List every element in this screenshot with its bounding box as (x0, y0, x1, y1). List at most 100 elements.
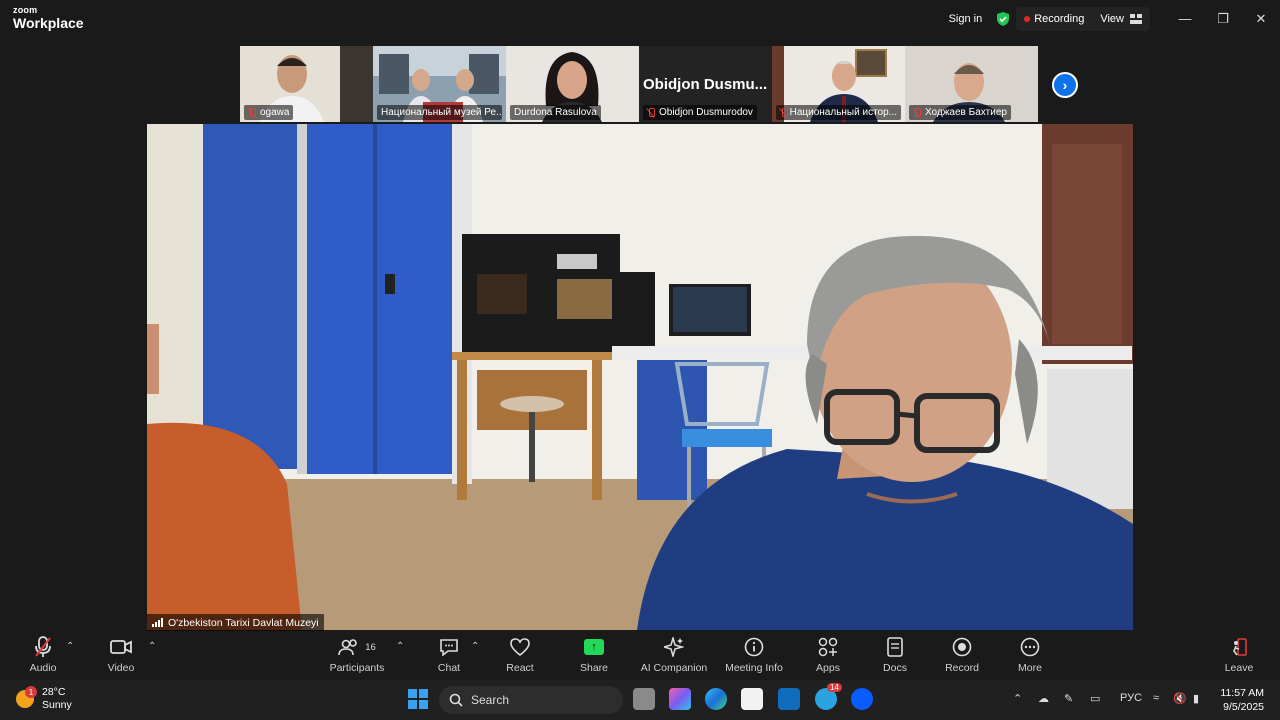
grid-view-icon (1130, 13, 1142, 24)
leave-label: Leave (1224, 662, 1254, 674)
temperature: 28°C (42, 686, 66, 698)
participant-name-label: Национальный музей Ре... (377, 105, 502, 120)
record-icon (952, 637, 972, 657)
search-icon (449, 693, 463, 707)
encryption-shield-icon[interactable] (996, 11, 1010, 26)
tray-overflow-chevron-icon[interactable]: ⌃ (1013, 692, 1022, 705)
view-button[interactable]: View (1092, 7, 1150, 31)
recording-label: Recording (1034, 12, 1085, 25)
participant-tile[interactable]: Национальный музей Ре... (373, 46, 506, 122)
recording-indicator[interactable]: Recording (1016, 7, 1092, 31)
copilot-icon[interactable] (669, 688, 691, 710)
participant-initial-name: Obidjon Dusmu... (643, 76, 768, 93)
muted-mic-icon (248, 107, 256, 118)
system-clock[interactable]: 11:57 AM 9/5/2025 (1220, 686, 1264, 714)
participant-tile[interactable]: ogawa (240, 46, 373, 122)
keyboard-language[interactable]: РУС (1120, 692, 1142, 704)
share-button[interactable]: ↑ Share (559, 635, 629, 674)
onedrive-icon[interactable]: ☁ (1038, 692, 1049, 705)
share-label: Share (579, 662, 609, 674)
task-view-icon[interactable] (633, 688, 655, 710)
participant-name-label: Национальный истор... (776, 105, 901, 120)
react-label: React (506, 662, 534, 674)
participant-tile[interactable]: Obidjon Dusmu... Obidjon Dusmurodov (639, 46, 772, 122)
participant-name-label: Obidjon Dusmurodov (643, 105, 757, 120)
docs-button[interactable]: Docs (860, 635, 930, 674)
participant-name-label: Ходжаев Бахтиер (909, 105, 1011, 120)
heart-icon (510, 638, 530, 657)
telegram-icon[interactable]: 14 (815, 683, 842, 710)
participants-count: 16 (365, 641, 376, 653)
participants-button[interactable]: 16 Participants (322, 635, 392, 674)
more-label: More (1018, 662, 1042, 674)
windows-start-icon[interactable] (408, 689, 428, 709)
more-button[interactable]: More (995, 635, 1065, 674)
restore-icon[interactable]: ❐ (1204, 0, 1242, 37)
participant-strip: ogawa Национальный музей Ре... Durdona R… (240, 46, 1038, 122)
speaker-name-label: O'zbekiston Tarixi Davlat Muzeyi (147, 614, 324, 631)
video-button[interactable]: Video (86, 635, 156, 674)
react-button[interactable]: React (485, 635, 555, 674)
apps-icon (818, 637, 838, 657)
sign-in-button[interactable]: Sign in (941, 7, 991, 31)
wifi-icon[interactable]: ≈ (1153, 692, 1159, 704)
taskbar-search[interactable]: Search (439, 686, 623, 714)
record-button[interactable]: Record (927, 635, 997, 674)
info-icon (744, 637, 764, 657)
next-page-button[interactable]: › (1052, 72, 1078, 98)
speaker-name: O'zbekiston Tarixi Davlat Muzeyi (168, 616, 319, 629)
minimize-icon[interactable]: — (1166, 0, 1204, 37)
clock-date: 9/5/2025 (1223, 701, 1264, 713)
camera-icon (110, 640, 132, 654)
participant-name-label: Durdona Rasulova (510, 105, 601, 120)
participant-name: ogawa (260, 107, 290, 118)
close-icon[interactable]: ✕ (1242, 0, 1280, 37)
apps-button[interactable]: Apps (793, 635, 863, 674)
participants-icon (338, 639, 358, 656)
logo-big-text: Workplace (13, 15, 84, 31)
video-label: Video (107, 662, 135, 674)
participants-label: Participants (329, 662, 385, 674)
participant-name-label: ogawa (244, 105, 294, 120)
display-icon[interactable]: ▭ (1090, 692, 1100, 705)
search-label: Search (471, 693, 510, 707)
outlook-icon[interactable] (778, 688, 800, 710)
recording-dot-icon (1024, 15, 1031, 22)
audio-options-caret-icon[interactable]: ⌃ (66, 641, 74, 652)
meeting-info-label: Meeting Info (725, 662, 783, 674)
chat-icon (440, 639, 458, 656)
chat-options-caret-icon[interactable]: ⌃ (471, 641, 479, 652)
microsoft-store-icon[interactable] (741, 688, 763, 710)
share-screen-icon: ↑ (584, 639, 604, 655)
weather-widget[interactable]: 1 28°C Sunny (16, 686, 72, 712)
sparkle-icon (664, 637, 684, 657)
view-label: View (1100, 12, 1124, 25)
participant-name: Obidjon Dusmurodov (659, 107, 753, 118)
video-options-caret-icon[interactable]: ⌃ (148, 641, 156, 652)
ai-companion-label: AI Companion (640, 662, 708, 674)
leave-icon (1233, 638, 1247, 656)
meeting-info-button[interactable]: Meeting Info (719, 635, 789, 674)
speaker-video-frame (147, 124, 1133, 630)
battery-icon[interactable]: ▮ (1193, 692, 1199, 705)
active-speaker-video[interactable] (147, 124, 1133, 630)
clock-time: 11:57 AM (1220, 687, 1264, 699)
zoom-app-icon[interactable] (851, 688, 873, 710)
participant-tile[interactable]: Ходжаев Бахтиер (905, 46, 1038, 122)
participant-tile[interactable]: Durdona Rasulova (506, 46, 639, 122)
telegram-badge: 14 (827, 683, 842, 692)
chat-label: Chat (437, 662, 461, 674)
volume-muted-icon[interactable]: 🔇 (1173, 692, 1187, 705)
zoom-logo: zoom Workplace (13, 6, 84, 31)
participant-tile[interactable]: Национальный истор... (772, 46, 905, 122)
document-icon (887, 637, 903, 657)
pen-icon[interactable]: ✎ (1064, 692, 1073, 705)
edge-browser-icon[interactable] (705, 688, 727, 710)
ai-companion-button[interactable]: AI Companion (634, 635, 714, 674)
participants-options-caret-icon[interactable]: ⌃ (396, 641, 404, 652)
muted-mic-icon (780, 107, 788, 118)
participant-name: Национальный истор... (789, 107, 897, 118)
leave-button[interactable]: Leave (1204, 635, 1274, 674)
record-label: Record (945, 662, 979, 674)
participant-name: Ходжаев Бахтиер (925, 107, 1007, 118)
